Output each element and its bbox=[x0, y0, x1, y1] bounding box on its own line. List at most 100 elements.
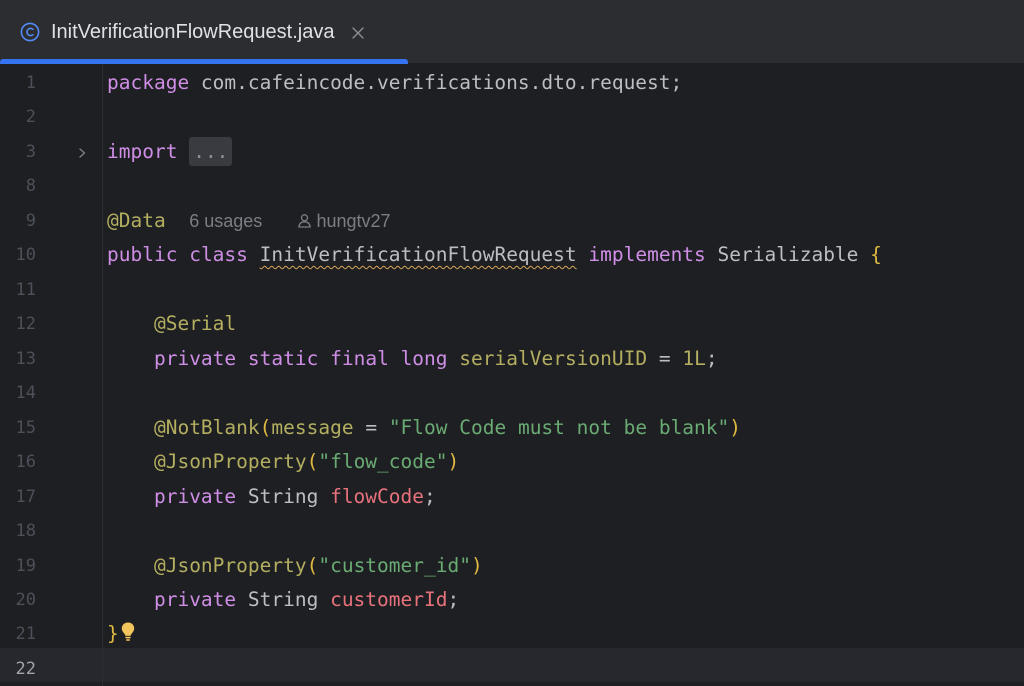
code-line[interactable]: 15 @NotBlank(message = "Flow Code must n… bbox=[0, 411, 1024, 445]
line-number: 12 bbox=[15, 314, 36, 334]
interface-name: Serializable bbox=[705, 243, 871, 266]
line-number: 1 bbox=[25, 73, 36, 93]
code-line[interactable]: 1 package com.cafeincode.verifications.d… bbox=[0, 66, 1024, 100]
code-line[interactable]: 2 bbox=[0, 100, 1024, 134]
line-number: 14 bbox=[15, 383, 36, 403]
editor-tab-bar: InitVerificationFlowRequest.java bbox=[0, 0, 1024, 64]
paren: ) bbox=[729, 416, 742, 439]
code-text[interactable]: public class InitVerificationFlowRequest… bbox=[107, 238, 882, 272]
keyword: static bbox=[247, 347, 319, 370]
keyword: long bbox=[400, 347, 448, 370]
annotation: @NotBlank bbox=[153, 416, 260, 439]
line-number: 18 bbox=[15, 521, 36, 541]
annotation: @Serial bbox=[153, 312, 237, 335]
string-literal: "customer_id" bbox=[318, 554, 471, 577]
annotation: @Data bbox=[107, 209, 166, 232]
code-line[interactable]: 17 private String flowCode; bbox=[0, 480, 1024, 514]
code-text[interactable]: package com.cafeincode.verifications.dto… bbox=[107, 66, 682, 100]
code-text[interactable]: @NotBlank(message = "Flow Code must not … bbox=[107, 411, 741, 445]
string-literal: "flow_code" bbox=[318, 450, 448, 473]
package-name: com.cafeincode.verifications.dto.request… bbox=[189, 71, 683, 94]
paren: ) bbox=[447, 450, 460, 473]
line-number: 10 bbox=[15, 245, 36, 265]
code-editor[interactable]: 1 package com.cafeincode.verifications.d… bbox=[0, 64, 1024, 686]
number-literal: 1L bbox=[682, 347, 706, 370]
string-literal: "Flow Code must not be blank" bbox=[388, 416, 730, 439]
code-text[interactable]: @Data 6 usages hungtv27 bbox=[107, 204, 391, 238]
code-line[interactable]: 10 public class InitVerificationFlowRequ… bbox=[0, 238, 1024, 272]
code-line[interactable]: 21 } bbox=[0, 617, 1024, 651]
code-text[interactable]: @JsonProperty("flow_code") bbox=[107, 445, 459, 479]
code-line[interactable]: 9 @Data 6 usages hungtv27 bbox=[0, 204, 1024, 238]
fold-expand-icon[interactable] bbox=[76, 145, 88, 159]
keyword: private bbox=[153, 347, 237, 370]
class-name[interactable]: InitVerificationFlowRequest bbox=[260, 243, 577, 266]
person-icon bbox=[297, 205, 312, 228]
line-number: 2 bbox=[25, 107, 36, 127]
code-text[interactable]: private String customerId; bbox=[107, 583, 459, 617]
paren: ( bbox=[306, 554, 319, 577]
keyword: implements bbox=[588, 243, 706, 266]
code-line[interactable]: 3 import ... bbox=[0, 135, 1024, 169]
folded-imports[interactable]: ... bbox=[189, 137, 233, 166]
code-line[interactable]: 13 private static final long serialVersi… bbox=[0, 342, 1024, 376]
code-line[interactable]: 22 bbox=[0, 652, 1024, 686]
semicolon: ; bbox=[447, 588, 460, 611]
code-line[interactable]: 19 @JsonProperty("customer_id") bbox=[0, 549, 1024, 583]
field-name: serialVersionUID bbox=[459, 347, 648, 370]
close-icon[interactable] bbox=[351, 25, 365, 39]
code-line[interactable]: 11 bbox=[0, 273, 1024, 307]
lightbulb-icon[interactable] bbox=[120, 620, 136, 642]
usages-inlay-hint[interactable]: 6 usages bbox=[189, 211, 262, 231]
operator: = bbox=[353, 416, 389, 439]
paren: ) bbox=[470, 554, 483, 577]
field-name: customerId bbox=[330, 588, 448, 611]
keyword: private bbox=[153, 588, 237, 611]
operator: = bbox=[647, 347, 683, 370]
line-number: 11 bbox=[15, 280, 36, 300]
tab-init-verification-flow-request[interactable]: InitVerificationFlowRequest.java bbox=[0, 0, 408, 64]
type-name: String bbox=[236, 485, 331, 508]
semicolon: ; bbox=[424, 485, 436, 508]
tab-title: InitVerificationFlowRequest.java bbox=[51, 20, 335, 43]
line-number: 9 bbox=[25, 211, 36, 231]
line-number: 21 bbox=[15, 624, 36, 644]
keyword: class bbox=[189, 243, 248, 266]
code-text[interactable]: private String flowCode; bbox=[107, 480, 436, 514]
java-class-icon bbox=[20, 22, 40, 42]
code-text[interactable]: } bbox=[107, 617, 136, 651]
brace: { bbox=[870, 243, 882, 266]
code-line[interactable]: 18 bbox=[0, 514, 1024, 548]
line-number: 22 bbox=[15, 659, 36, 679]
line-number: 19 bbox=[15, 556, 36, 576]
paren: ( bbox=[259, 416, 272, 439]
author-inlay-hint[interactable]: hungtv27 bbox=[297, 211, 391, 231]
code-text[interactable]: @JsonProperty("customer_id") bbox=[107, 549, 483, 583]
code-text[interactable]: @Serial bbox=[107, 307, 236, 341]
annotation: @JsonProperty bbox=[153, 554, 307, 577]
line-number: 3 bbox=[25, 142, 36, 162]
code-line[interactable]: 8 bbox=[0, 169, 1024, 203]
line-number: 20 bbox=[15, 590, 36, 610]
line-number: 13 bbox=[15, 349, 36, 369]
line-number: 17 bbox=[15, 487, 36, 507]
code-line[interactable]: 20 private String customerId; bbox=[0, 583, 1024, 617]
keyword: final bbox=[330, 347, 389, 370]
type-name: String bbox=[236, 588, 331, 611]
line-number: 16 bbox=[15, 452, 36, 472]
code-line[interactable]: 14 bbox=[0, 376, 1024, 410]
keyword: import bbox=[107, 140, 178, 163]
author-name: hungtv27 bbox=[316, 211, 391, 231]
field-name: flowCode bbox=[330, 485, 424, 508]
annotation-param: message bbox=[271, 416, 354, 439]
semicolon: ; bbox=[705, 347, 718, 370]
code-line[interactable]: 16 @JsonProperty("flow_code") bbox=[0, 445, 1024, 479]
code-line[interactable]: 12 @Serial bbox=[0, 307, 1024, 341]
line-number: 8 bbox=[25, 176, 36, 196]
code-text[interactable]: private static final long serialVersionU… bbox=[107, 342, 718, 376]
keyword: package bbox=[107, 71, 190, 94]
code-text[interactable]: import ... bbox=[107, 135, 233, 169]
keyword: private bbox=[153, 485, 237, 508]
keyword: public bbox=[107, 243, 178, 266]
annotation: @JsonProperty bbox=[153, 450, 307, 473]
